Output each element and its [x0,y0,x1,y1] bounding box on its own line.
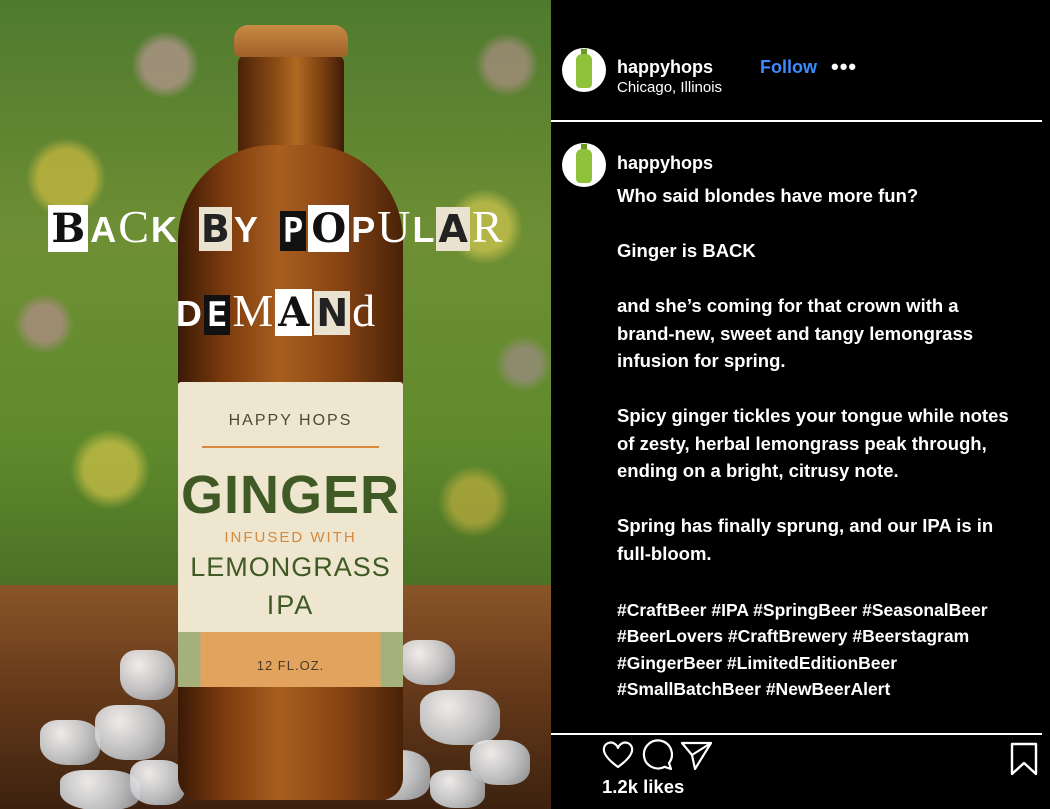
ice-cube [430,770,485,808]
headline-letter: Y [233,209,258,250]
avatar[interactable] [562,48,606,92]
headline-letter: K [150,209,177,250]
headline-letter: O [308,205,350,252]
ice-cube [420,690,500,745]
headline-letter: U [377,201,411,252]
caption-paragraph: Spring has finally sprung, and our IPA i… [617,515,994,564]
headline-letter: A [90,209,117,250]
label-rule [202,446,379,448]
hashtags[interactable]: #CraftBeer #IPA #SpringBeer #SeasonalBee… [617,597,1027,702]
post-image[interactable]: HAPPY HOPS GINGER INFUSED WITH LEMONGRAS… [0,0,551,809]
headline-letter: A [436,207,470,251]
headline-letter: P [351,209,376,250]
comment-icon[interactable] [640,738,674,772]
headline-letter: P [279,211,307,251]
headline-line-1: B ACK B Y P O PUL AR [0,200,551,253]
headline-letter: B [198,207,232,251]
headline-letter: A [275,289,313,336]
ice-cube [130,760,185,805]
bottle-cap [234,25,348,57]
headline-letter: d [352,285,376,336]
ice-cube [95,705,165,760]
headline-letter: R [471,201,503,252]
ice-cube [120,650,175,700]
send-icon[interactable] [679,738,713,772]
ice-cube [400,640,455,685]
divider [551,733,1042,735]
heart-icon[interactable] [601,738,635,772]
ice-cube [60,770,140,809]
post-panel: happyhops Chicago, Illinois Follow ••• h… [551,0,1050,809]
bottle-icon [576,54,592,88]
label-style: IPA [266,590,315,620]
ice-cube [40,720,100,765]
label-flavor: LEMONGRASS [190,552,391,582]
more-options-icon[interactable]: ••• [831,54,857,80]
headline-letter: L [412,209,435,250]
bottle-icon [576,149,592,183]
divider [551,120,1042,122]
headline-letter: C [118,201,149,252]
label-name: GINGER [180,465,401,525]
caption-avatar[interactable] [562,143,606,187]
headline-letter: D [175,293,202,334]
caption-paragraph: Who said blondes have more fun? [617,185,919,206]
beer-bottle: HAPPY HOPS GINGER INFUSED WITH LEMONGRAS… [178,25,403,805]
caption-paragraph: Ginger is BACK [617,240,756,261]
bookmark-icon[interactable] [1009,742,1039,776]
headline-letter: E [203,295,231,335]
headline-letter: N [314,291,351,335]
caption-paragraph: Spicy ginger tickles your tongue while n… [617,405,1009,481]
bottle-label: HAPPY HOPS GINGER INFUSED WITH LEMONGRAS… [178,382,403,687]
headline-line-2: D E M A Nd [0,284,551,337]
header-username[interactable]: happyhops [617,57,713,78]
headline-letter: M [232,285,274,336]
label-infused: INFUSED WITH [224,529,357,546]
caption-paragraph: and she’s coming for that crown with a b… [617,295,974,371]
follow-button[interactable]: Follow [760,57,817,78]
header-location[interactable]: Chicago, Illinois [617,79,722,96]
headline-letter: B [48,205,89,252]
label-volume: 12 FL.OZ. [256,658,325,673]
caption-text: Who said blondes have more fun? Ginger i… [617,182,1017,595]
likes-count[interactable]: 1.2k likes [602,776,684,798]
label-brand: HAPPY HOPS [228,412,353,429]
caption-username[interactable]: happyhops [617,153,713,174]
